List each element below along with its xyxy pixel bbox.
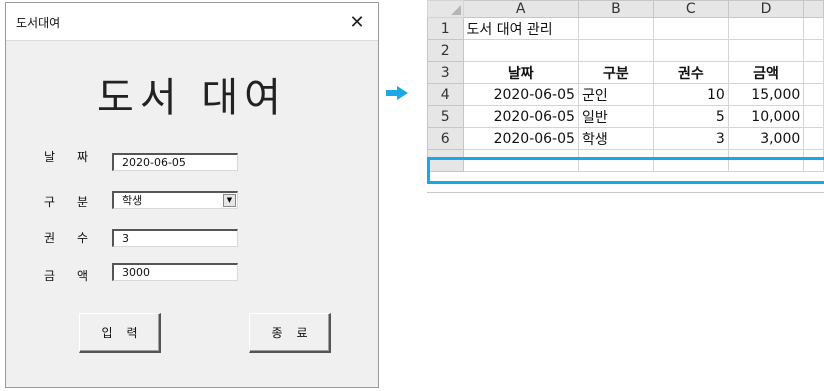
header-cell-amount[interactable]: 금액 bbox=[727, 61, 805, 84]
table-cell[interactable]: 15,000 bbox=[727, 83, 805, 106]
row-header[interactable]: 6 bbox=[427, 127, 464, 150]
table-cell[interactable]: 2020-06-05 bbox=[462, 105, 579, 128]
cell-c1[interactable] bbox=[652, 17, 729, 40]
date-label: 날짜 bbox=[44, 150, 111, 164]
cell-e5[interactable] bbox=[803, 105, 824, 128]
date-input[interactable]: 2020-06-05 bbox=[112, 153, 238, 171]
table-cell[interactable]: 3,000 bbox=[727, 127, 805, 150]
table-cell[interactable]: 군인 bbox=[577, 83, 654, 106]
cell-e7[interactable] bbox=[803, 149, 824, 172]
cell-e1[interactable] bbox=[803, 17, 824, 40]
quantity-label: 권수 bbox=[44, 231, 111, 245]
row-header[interactable] bbox=[427, 149, 464, 172]
column-header-e[interactable] bbox=[803, 0, 824, 18]
dropdown-arrow-icon[interactable]: ▼ bbox=[223, 194, 236, 207]
table-cell[interactable]: 2020-06-05 bbox=[462, 127, 579, 150]
select-all-corner[interactable] bbox=[427, 0, 464, 18]
category-value: 학생 bbox=[122, 194, 143, 207]
table-cell[interactable]: 학생 bbox=[577, 127, 654, 150]
cell-b1[interactable] bbox=[577, 17, 654, 40]
close-icon: ✕ bbox=[349, 11, 365, 33]
close-button[interactable]: ✕ bbox=[342, 7, 372, 37]
cell-d7[interactable] bbox=[727, 149, 805, 172]
cell-c2[interactable] bbox=[652, 39, 729, 62]
amount-input[interactable]: 3000 bbox=[112, 263, 238, 281]
row-header[interactable]: 3 bbox=[427, 61, 464, 84]
userform-window: 도서대여 ✕ 도서 대여 날짜 2020-06-05 구분 학생 ▼ 권수 3 … bbox=[5, 2, 379, 388]
spreadsheet: A B C D 1 도서 대여 관리 2 3 날짜 구분 권수 금액 4 202… bbox=[427, 0, 824, 193]
column-header-c[interactable]: C bbox=[652, 0, 729, 18]
window-title: 도서대여 bbox=[16, 16, 61, 30]
table-cell[interactable]: 3 bbox=[652, 127, 729, 150]
column-header-b[interactable]: B bbox=[577, 0, 654, 18]
right-arrow-icon bbox=[386, 86, 408, 100]
header-cell-date[interactable]: 날짜 bbox=[462, 61, 579, 84]
form-heading: 도서 대여 bbox=[97, 75, 287, 121]
header-cell-category[interactable]: 구분 bbox=[577, 61, 654, 84]
cell-a1[interactable]: 도서 대여 관리 bbox=[462, 17, 579, 40]
amount-label: 금액 bbox=[44, 269, 111, 283]
cell-e6[interactable] bbox=[803, 127, 824, 150]
quantity-input[interactable]: 3 bbox=[112, 229, 238, 247]
cell-a7[interactable] bbox=[462, 149, 579, 172]
exit-button[interactable]: 종료 bbox=[249, 313, 331, 353]
submit-button[interactable]: 입력 bbox=[79, 313, 161, 353]
table-cell[interactable]: 일반 bbox=[577, 105, 654, 128]
row-header[interactable]: 5 bbox=[427, 105, 464, 128]
row-header[interactable]: 1 bbox=[427, 17, 464, 40]
row-header[interactable]: 4 bbox=[427, 83, 464, 106]
cell-d2[interactable] bbox=[727, 39, 805, 62]
cell-e2[interactable] bbox=[803, 39, 824, 62]
row-header[interactable]: 2 bbox=[427, 39, 464, 62]
cell-b2[interactable] bbox=[577, 39, 654, 62]
table-cell[interactable]: 2020-06-05 bbox=[462, 83, 579, 106]
cell-c7[interactable] bbox=[652, 149, 729, 172]
cell-b7[interactable] bbox=[577, 149, 654, 172]
cell-a2[interactable] bbox=[462, 39, 579, 62]
category-label: 구분 bbox=[44, 195, 111, 209]
sheet-grid: A B C D 1 도서 대여 관리 2 3 날짜 구분 권수 금액 4 202… bbox=[427, 0, 824, 172]
column-header-a[interactable]: A bbox=[462, 0, 579, 18]
cell-e4[interactable] bbox=[803, 83, 824, 106]
category-combobox[interactable]: 학생 ▼ bbox=[112, 191, 238, 209]
cell-d1[interactable] bbox=[727, 17, 805, 40]
header-cell-quantity[interactable]: 권수 bbox=[652, 61, 729, 84]
table-cell[interactable]: 10,000 bbox=[727, 105, 805, 128]
column-header-d[interactable]: D bbox=[727, 0, 805, 18]
table-cell[interactable]: 10 bbox=[652, 83, 729, 106]
table-cell[interactable]: 5 bbox=[652, 105, 729, 128]
cell-e3[interactable] bbox=[803, 61, 824, 84]
userform-titlebar: 도서대여 ✕ bbox=[6, 3, 378, 41]
